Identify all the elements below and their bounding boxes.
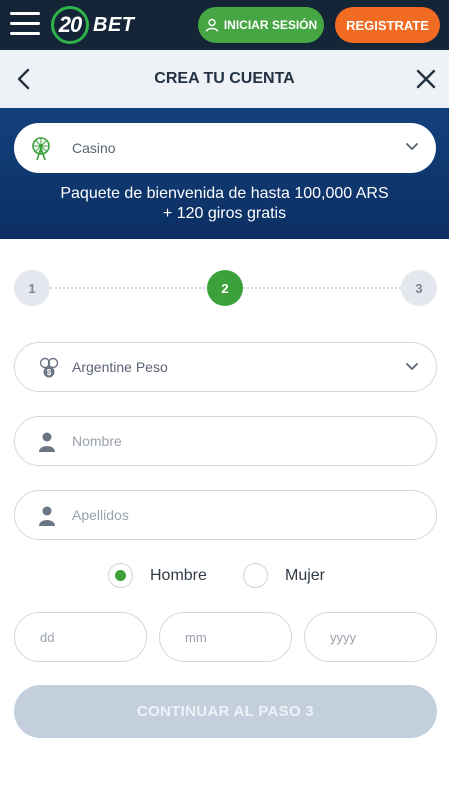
login-label: INICIAR SESIÓN xyxy=(223,18,318,32)
dob-year-placeholder: yyyy xyxy=(330,630,356,645)
bonus-type-select[interactable]: Casino xyxy=(14,123,436,173)
person-icon xyxy=(39,432,55,452)
registration-page: 20 BET INICIAR SESIÓN REGISTRATE CREA TU… xyxy=(0,0,449,808)
login-button[interactable]: INICIAR SESIÓN xyxy=(198,7,324,43)
register-button[interactable]: REGISTRATE xyxy=(335,7,440,43)
last-name-field[interactable]: Apellidos xyxy=(14,490,437,540)
currency-select[interactable]: $ Argentine Peso xyxy=(14,342,437,392)
page-title: CREA TU CUENTA xyxy=(154,70,295,87)
dob-day-placeholder: dd xyxy=(40,630,55,645)
dob-year-field[interactable]: yyyy xyxy=(304,612,437,662)
promo-text: Paquete de bienvenida de hasta 100,000 A… xyxy=(0,184,449,224)
chevron-down-icon xyxy=(406,363,418,370)
top-navbar: 20 BET INICIAR SESIÓN REGISTRATE xyxy=(0,0,449,50)
close-icon[interactable] xyxy=(415,68,437,90)
first-name-placeholder: Nombre xyxy=(72,433,122,449)
person-icon xyxy=(39,506,55,526)
bonus-type-value: Casino xyxy=(72,140,116,156)
hamburger-menu-icon[interactable] xyxy=(10,12,40,36)
user-icon xyxy=(205,18,219,32)
radio-selected-dot xyxy=(115,570,126,581)
promo-line-2: + 120 giros gratis xyxy=(162,205,287,222)
step-1: 1 xyxy=(14,270,50,306)
step-indicator: 1 2 3 xyxy=(14,270,437,306)
logo-badge: 20 xyxy=(51,6,89,44)
bonus-banner: Casino Paquete de bienvenida de hasta 10… xyxy=(0,108,449,239)
ferris-wheel-icon xyxy=(32,137,50,161)
step-2: 2 xyxy=(207,270,243,306)
logo-text: BET xyxy=(93,13,135,36)
step-3: 3 xyxy=(401,270,437,306)
currency-coins-icon: $ xyxy=(39,357,59,378)
svg-text:$: $ xyxy=(47,368,52,377)
dob-month-placeholder: mm xyxy=(185,630,207,645)
continue-button[interactable]: CONTINUAR AL PASO 3 xyxy=(14,685,437,738)
gender-male-radio[interactable] xyxy=(108,563,133,588)
gender-female-radio[interactable] xyxy=(243,563,268,588)
chevron-down-icon xyxy=(406,143,418,150)
title-bar: CREA TU CUENTA xyxy=(0,50,449,108)
dob-day-field[interactable]: dd xyxy=(14,612,147,662)
dob-month-field[interactable]: mm xyxy=(159,612,292,662)
gender-male-label: Hombre xyxy=(150,567,207,584)
first-name-field[interactable]: Nombre xyxy=(14,416,437,466)
currency-value: Argentine Peso xyxy=(72,359,168,375)
promo-line-1: Paquete de bienvenida de hasta 100,000 A… xyxy=(60,185,389,202)
last-name-placeholder: Apellidos xyxy=(72,507,129,523)
gender-female-label: Mujer xyxy=(285,567,326,584)
brand-logo[interactable]: 20 BET xyxy=(51,6,135,44)
